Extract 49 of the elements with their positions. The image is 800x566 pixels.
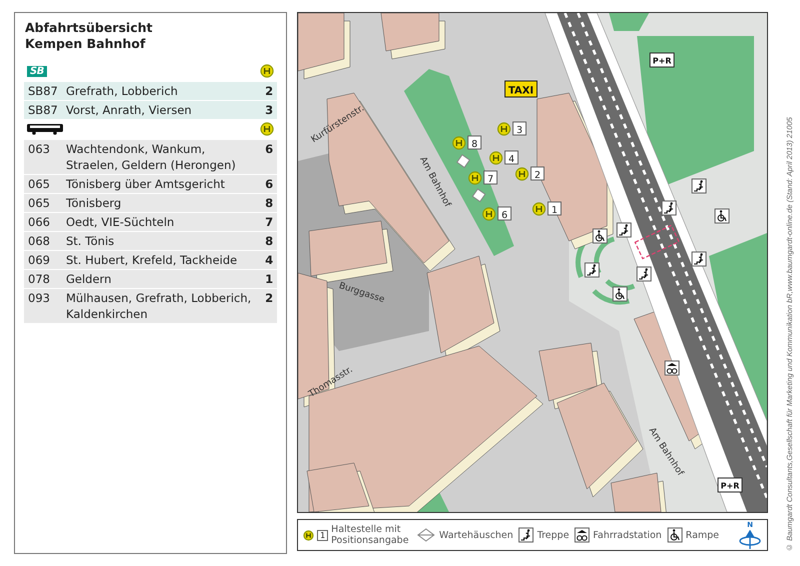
stop-position: 8: [264, 233, 274, 249]
line-number: 078: [28, 271, 51, 287]
stop-number-sign: 1: [317, 530, 328, 540]
park-and-ride-sign: P+R: [650, 52, 675, 68]
line-number: 066: [28, 214, 51, 230]
line-number: 069: [28, 252, 51, 268]
taxi-sign: TAXI: [504, 80, 538, 98]
stop-position: 3: [264, 102, 274, 118]
line-number: 065: [28, 195, 51, 211]
panel-title: Kempen Bahnhof: [25, 36, 146, 52]
sb-logo: SB: [27, 66, 47, 76]
stop-position: 7: [264, 214, 274, 230]
stop-number-sign: 4: [504, 150, 519, 165]
stop-position: 8: [264, 195, 274, 211]
stop-number-sign: 8: [468, 136, 482, 150]
legend-label: Fahrradstation: [593, 530, 662, 540]
destination: Vorst, Anrath, Viersen: [66, 102, 193, 118]
legend-label: Rampe: [686, 530, 720, 540]
line-number: 093: [28, 290, 51, 307]
stop-position: 6: [264, 141, 274, 158]
line-number: SB87: [28, 102, 59, 118]
destination: Tönisberg über Amtsgericht: [66, 176, 226, 192]
destination: Tönisberg: [66, 195, 122, 211]
stop-number-sign: 3: [512, 122, 527, 136]
panel-title: Abfahrtsübersicht: [25, 20, 154, 36]
stop-number-sign: 6: [498, 206, 512, 221]
stop-position: 2: [264, 83, 274, 99]
line-number: 063: [28, 141, 51, 158]
stop-position: 2: [264, 290, 274, 307]
destination: Geldern: [66, 271, 112, 287]
legend-label: Wartehäuschen: [439, 530, 514, 540]
stop-position: 1: [264, 271, 274, 287]
stop-position: 6: [264, 176, 274, 192]
line-number: SB87: [28, 83, 59, 99]
stop-number-sign: 7: [484, 170, 498, 185]
line-number: 065: [28, 176, 51, 192]
legend-label: Treppe: [537, 530, 570, 540]
stop-number-sign: 2: [530, 166, 545, 181]
stop-position: 4: [264, 252, 274, 268]
stop-number-sign: 1: [548, 202, 562, 216]
destination: Grefrath, Lobberich: [66, 83, 179, 99]
destination: Mülhausen, Grefrath, Lobberich, Kaldenkirchen: [66, 290, 252, 322]
line-number: 068: [28, 233, 51, 249]
park-and-ride-sign: P+R: [718, 478, 743, 492]
destination: St. Hubert, Krefeld, Tackheide: [66, 252, 238, 268]
destination: St. Tönis: [66, 233, 116, 249]
destination: Wachtendonk, Wankum, Straelen, Geldern (Herongen): [66, 141, 237, 173]
destination: Oedt, VIE-Süchteln: [66, 214, 176, 230]
legend-label: Haltestelle mit Positionsangabe: [331, 524, 410, 546]
